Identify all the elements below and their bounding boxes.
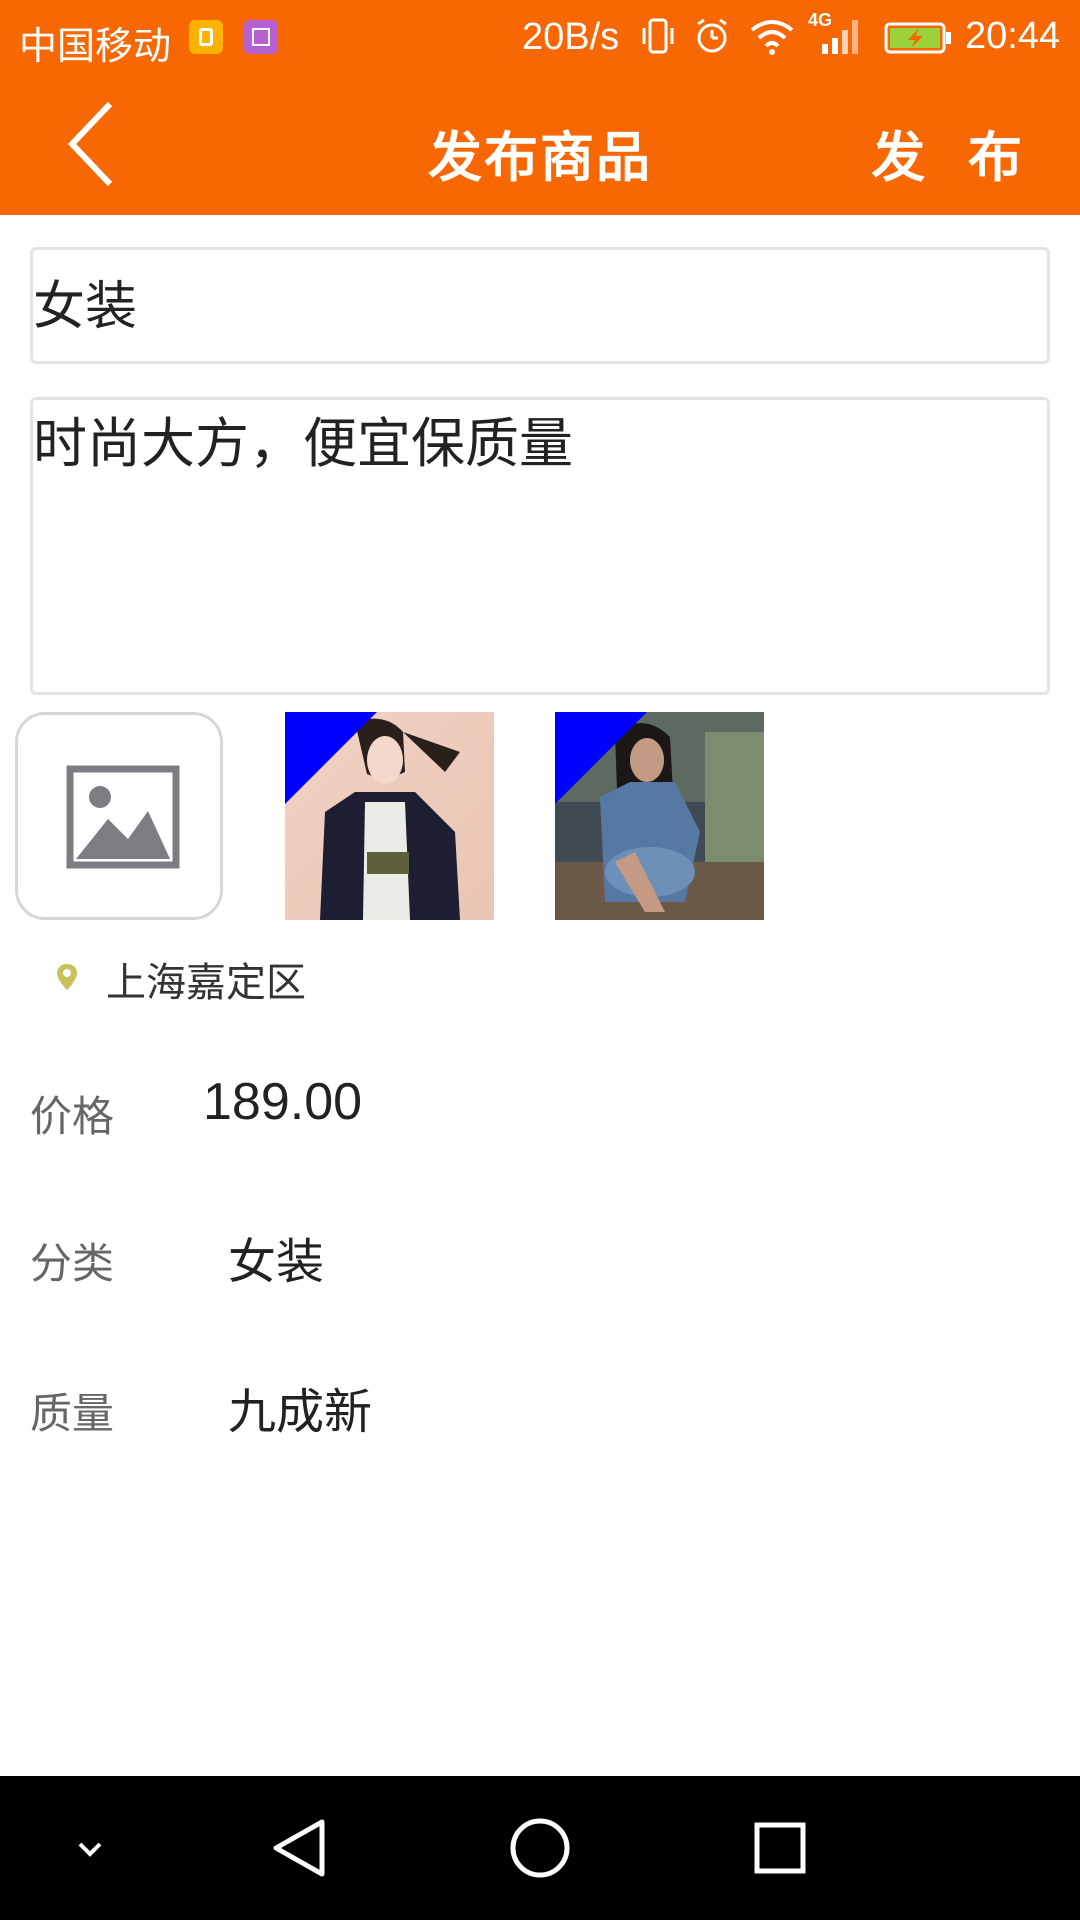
price-input[interactable]: 189.00 (203, 1072, 362, 1132)
add-image-button[interactable] (15, 712, 223, 920)
home-nav-button[interactable] (500, 1776, 580, 1920)
category-label: 分类 (30, 1239, 115, 1288)
recents-square-icon (754, 1822, 806, 1874)
top-app-bar: 发布商品 发 布 (0, 74, 1080, 215)
signal-icon (822, 20, 858, 54)
map-pin-icon (57, 964, 77, 990)
selection-corner-marker (555, 712, 647, 804)
carrier-name: 中国移动 (19, 26, 172, 68)
status-bar: 中国移动 20B/s 4G 20:44 (0, 0, 1080, 74)
back-triangle-icon (273, 1819, 325, 1877)
category-selector[interactable]: 女装 (228, 1222, 324, 1292)
vibrate-icon (642, 18, 674, 54)
back-nav-button[interactable] (260, 1776, 340, 1920)
sim-app-icon (189, 20, 223, 54)
quality-label: 质量 (30, 1389, 115, 1438)
wifi-icon (750, 20, 794, 55)
home-circle-icon (510, 1818, 570, 1878)
price-label: 价格 (30, 1092, 115, 1141)
hide-nav-button[interactable] (60, 1776, 120, 1920)
product-photo-thumbnail[interactable] (555, 712, 764, 920)
image-placeholder-icon (66, 765, 180, 869)
location-text: 上海嘉定区 (106, 960, 306, 1006)
chevron-down-icon (78, 1842, 102, 1857)
gallery-app-icon (244, 20, 278, 54)
product-photo-thumbnail[interactable] (285, 712, 494, 920)
publish-button[interactable]: 发 布 (871, 113, 1034, 192)
quality-selector[interactable]: 九成新 (228, 1372, 372, 1442)
battery-charging-icon (884, 22, 951, 54)
selection-corner-marker (285, 712, 377, 804)
alarm-icon (697, 18, 727, 53)
product-title-input[interactable]: 女装 (30, 247, 1050, 364)
clock: 20:44 (965, 15, 1061, 57)
recents-nav-button[interactable] (740, 1776, 820, 1920)
product-description-input[interactable]: 时尚大方，便宜保质量 (30, 397, 1050, 695)
network-speed: 20B/s (522, 16, 620, 58)
system-navigation-bar (0, 1776, 1080, 1920)
